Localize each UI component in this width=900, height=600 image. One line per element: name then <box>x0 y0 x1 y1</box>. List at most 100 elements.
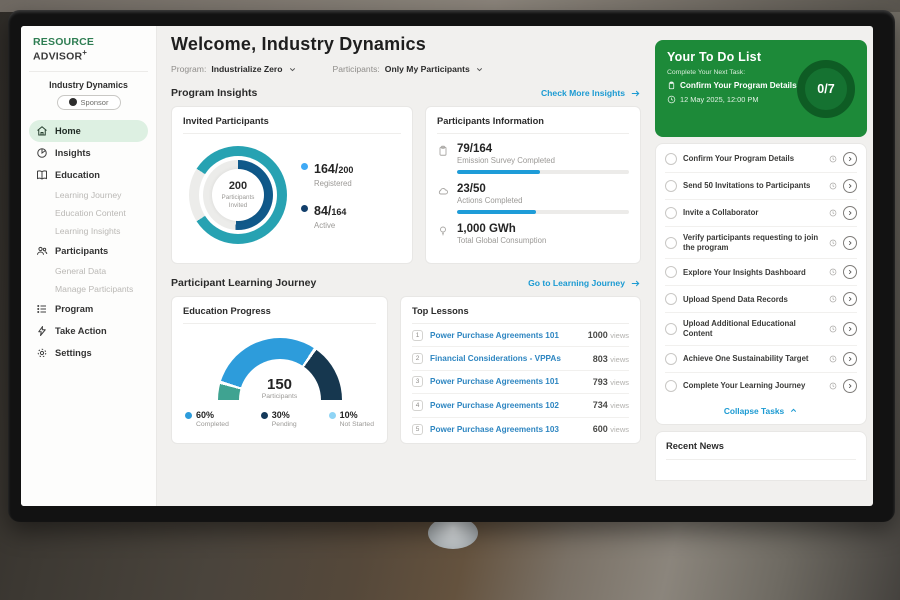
program-filter[interactable]: Program: Industrialize Zero <box>171 64 297 74</box>
app-logo: RESOURCE ADVISOR+ <box>29 36 148 63</box>
org-name: Industry Dynamics <box>29 80 148 90</box>
sidebar-item-take-action[interactable]: Take Action <box>29 320 148 342</box>
sidebar-item-label: Insights <box>55 148 91 158</box>
sidebar-item-label: Program <box>55 304 93 314</box>
chevron-down-icon <box>288 65 297 74</box>
scene: RESOURCE ADVISOR+ Industry Dynamics Spon… <box>0 0 900 600</box>
task-checkbox[interactable] <box>665 266 677 278</box>
lightbulb-icon <box>437 225 449 245</box>
program-insights-header: Program Insights Check More Insights <box>171 87 641 99</box>
lesson-link[interactable]: Power Purchase Agreements 101 <box>430 331 581 340</box>
education-progress-title: Education Progress <box>183 306 376 324</box>
go-to-learning-journey-link[interactable]: Go to Learning Journey <box>528 278 641 289</box>
lesson-row: 1 Power Purchase Agreements 101 1000 vie… <box>412 324 629 347</box>
task-open-button[interactable] <box>843 292 857 306</box>
progress-fill <box>457 210 536 214</box>
filters-row: Program: Industrialize Zero Participants… <box>171 64 641 74</box>
todo-next-task[interactable]: Confirm Your Program Details <box>667 81 797 90</box>
program-filter-value: Industrialize Zero <box>211 64 282 74</box>
clock-icon <box>829 209 837 217</box>
legend-dot <box>261 412 268 419</box>
participants-information-title: Participants Information <box>437 116 629 134</box>
task-row: Verify participants requesting to join t… <box>665 227 857 259</box>
metric-actions-completed: 23/50 Actions Completed <box>437 183 629 214</box>
top-lessons-title: Top Lessons <box>412 306 629 324</box>
task-checkbox[interactable] <box>665 207 677 219</box>
program-filter-label: Program: <box>171 64 206 74</box>
invited-participants-card: Invited Participants 200 Participants In… <box>171 106 413 264</box>
education-progress-card: Education Progress 150 Participants <box>171 296 388 444</box>
sponsor-badge[interactable]: Sponsor <box>57 95 121 110</box>
sponsor-icon <box>69 98 77 106</box>
task-checkbox[interactable] <box>665 237 677 249</box>
people-icon <box>36 245 48 257</box>
task-open-button[interactable] <box>843 322 857 336</box>
task-checkbox[interactable] <box>665 180 677 192</box>
divider <box>29 71 148 72</box>
clock-icon <box>829 182 837 190</box>
task-checkbox[interactable] <box>665 323 677 335</box>
sidebar-item-settings[interactable]: Settings <box>29 342 148 364</box>
sidebar-item-general-data[interactable]: General Data <box>29 262 148 280</box>
clock-icon <box>829 355 837 363</box>
book-icon <box>36 169 48 181</box>
task-row: Upload Additional Educational Content <box>665 313 857 345</box>
participants-filter-value: Only My Participants <box>385 64 470 74</box>
metric-global-consumption: 1,000 GWh Total Global Consumption <box>437 223 629 245</box>
task-open-button[interactable] <box>843 265 857 279</box>
rank-badge: 3 <box>412 376 423 387</box>
clock-icon <box>667 95 676 104</box>
sidebar-item-insights[interactable]: Insights <box>29 142 148 164</box>
task-checkbox[interactable] <box>665 353 677 365</box>
task-open-button[interactable] <box>843 379 857 393</box>
collapse-tasks-link[interactable]: Collapse Tasks <box>665 399 857 422</box>
recent-news-card: Recent News <box>655 431 867 481</box>
lesson-link[interactable]: Power Purchase Agreements 101 <box>430 377 586 386</box>
sidebar-item-participants[interactable]: Participants <box>29 240 148 262</box>
lesson-row: 2 Financial Considerations - VPPAs 803 v… <box>412 347 629 370</box>
lesson-row: 4 Power Purchase Agreements 102 734 view… <box>412 394 629 417</box>
sidebar-item-program[interactable]: Program <box>29 298 148 320</box>
task-open-button[interactable] <box>843 236 857 250</box>
lesson-row: 5 Power Purchase Agreements 103 600 view… <box>412 418 629 441</box>
legend-registered: 164/200 Registered <box>301 160 353 188</box>
invited-participants-title: Invited Participants <box>183 116 401 134</box>
todo-due-date: 12 May 2025, 12:00 PM <box>667 95 797 104</box>
participants-filter[interactable]: Participants: Only My Participants <box>333 64 484 74</box>
task-checkbox[interactable] <box>665 153 677 165</box>
progress-bar <box>457 210 629 214</box>
lesson-link[interactable]: Power Purchase Agreements 103 <box>430 425 586 434</box>
sidebar-item-education-content[interactable]: Education Content <box>29 204 148 222</box>
sponsor-badge-label: Sponsor <box>81 98 109 107</box>
sidebar-item-learning-journey[interactable]: Learning Journey <box>29 186 148 204</box>
sidebar-item-home[interactable]: Home <box>29 120 148 142</box>
todo-subtitle: Complete Your Next Task: <box>667 69 797 76</box>
legend-dot <box>185 412 192 419</box>
sidebar-item-education[interactable]: Education <box>29 164 148 186</box>
task-checkbox[interactable] <box>665 380 677 392</box>
insights-cards-row: Invited Participants 200 Participants In… <box>171 106 641 264</box>
sidebar-item-learning-insights[interactable]: Learning Insights <box>29 222 148 240</box>
task-open-button[interactable] <box>843 179 857 193</box>
task-checkbox[interactable] <box>665 293 677 305</box>
sidebar-item-label: Home <box>55 126 81 136</box>
lesson-link[interactable]: Power Purchase Agreements 102 <box>430 401 586 410</box>
check-more-insights-link[interactable]: Check More Insights <box>541 88 641 99</box>
legend-pending: 30%Pending <box>261 410 297 428</box>
todo-progress-value: 0/7 <box>817 82 834 96</box>
monitor-bezel: RESOURCE ADVISOR+ Industry Dynamics Spon… <box>8 10 895 522</box>
logo-resource: RESOURCE <box>33 36 94 48</box>
task-open-button[interactable] <box>843 206 857 220</box>
participants-filter-label: Participants: <box>333 64 380 74</box>
sidebar-item-manage-participants[interactable]: Manage Participants <box>29 280 148 298</box>
legend-completed: 60%Completed <box>185 410 229 428</box>
learning-journey-title: Participant Learning Journey <box>171 277 316 289</box>
clock-icon <box>829 239 837 247</box>
task-open-button[interactable] <box>843 352 857 366</box>
progress-bar <box>457 170 629 174</box>
participants-information-card: Participants Information 79/164 Emission… <box>425 106 641 264</box>
task-open-button[interactable] <box>843 152 857 166</box>
todo-progress-ring: 0/7 <box>797 60 855 118</box>
lesson-link[interactable]: Financial Considerations - VPPAs <box>430 354 586 363</box>
main-content: Welcome, Industry Dynamics Program: Indu… <box>157 26 653 506</box>
